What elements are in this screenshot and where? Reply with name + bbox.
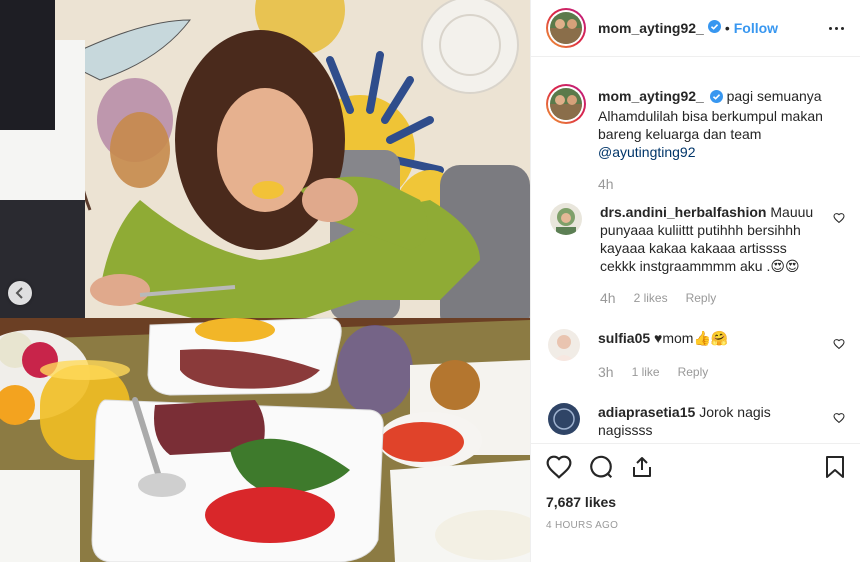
comment-username[interactable]: adiaprasetia15 xyxy=(598,404,695,420)
reply-button[interactable]: Reply xyxy=(678,363,709,381)
caption: mom_ayting92_ pagi semuanya Alhamdulilah… xyxy=(546,84,845,193)
comment-item: sulfia05 ♥mom👍🤗 3h 1 like Reply xyxy=(546,329,845,381)
comment-time[interactable]: 4h xyxy=(600,289,616,307)
post-actions: 7,687 likes 4 HOURS AGO xyxy=(531,443,860,531)
commenter-avatar[interactable] xyxy=(548,329,580,361)
heart-icon[interactable] xyxy=(546,455,572,482)
caption-time[interactable]: 4h xyxy=(598,175,614,193)
post-header: mom_ayting92_ • Follow xyxy=(531,0,860,57)
like-comment-heart-icon[interactable] xyxy=(833,411,845,427)
comment-item: adiaprasetia15 Jorok nagis nagissss xyxy=(546,403,845,439)
comment-username[interactable]: drs.andini_herbalfashion xyxy=(600,204,766,220)
comment-username[interactable]: sulfia05 xyxy=(598,330,650,346)
like-comment-heart-icon[interactable] xyxy=(833,211,845,227)
comment-text: ♥mom👍🤗 xyxy=(654,330,729,346)
post-side-panel: mom_ayting92_ • Follow mom_ayting92_ pag xyxy=(530,0,860,562)
comment-likes[interactable]: 1 like xyxy=(632,363,660,381)
author-username[interactable]: mom_ayting92_ xyxy=(598,20,704,36)
more-options-icon[interactable] xyxy=(829,26,844,30)
comment-likes[interactable]: 2 likes xyxy=(634,289,668,307)
likes-count[interactable]: 7,687 likes xyxy=(546,494,845,510)
follow-button[interactable]: Follow xyxy=(734,20,778,36)
comment-item: drs.andini_herbalfashion Mauuu punyaaa k… xyxy=(546,203,845,307)
chevron-left-icon xyxy=(15,287,23,299)
comment-time[interactable]: 3h xyxy=(598,363,614,381)
verified-badge-icon xyxy=(707,20,721,36)
caption-username[interactable]: mom_ayting92_ xyxy=(598,88,704,104)
share-icon[interactable] xyxy=(630,455,654,482)
commenter-avatar[interactable] xyxy=(550,203,582,235)
like-comment-heart-icon[interactable] xyxy=(833,337,845,353)
post-photo xyxy=(0,0,530,562)
caption-avatar[interactable] xyxy=(546,84,586,124)
carousel-prev-button[interactable] xyxy=(8,281,32,305)
post-timestamp[interactable]: 4 HOURS AGO xyxy=(546,520,845,531)
post-media[interactable] xyxy=(0,0,530,562)
commenter-avatar[interactable] xyxy=(548,403,580,435)
reply-button[interactable]: Reply xyxy=(686,289,717,307)
author-avatar[interactable] xyxy=(546,8,586,48)
caption-mention-link[interactable]: @ayutingting92 xyxy=(598,144,696,160)
verified-badge-icon xyxy=(709,89,723,107)
comments-list[interactable]: mom_ayting92_ pagi semuanya Alhamdulilah… xyxy=(531,57,860,443)
bookmark-icon[interactable] xyxy=(825,455,845,482)
separator-dot: • xyxy=(724,20,730,36)
comment-icon[interactable] xyxy=(588,454,614,483)
